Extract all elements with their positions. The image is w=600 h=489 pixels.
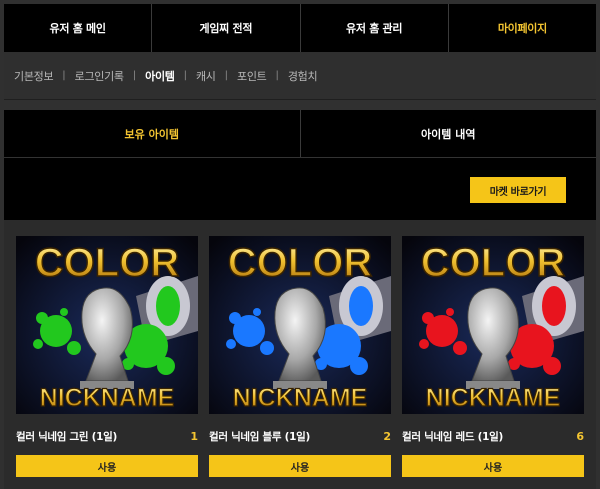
use-button[interactable]: 사용	[402, 455, 584, 477]
thumb-title: COLOR	[228, 241, 373, 285]
subnav-separator: |	[132, 70, 137, 81]
thumb-title: COLOR	[421, 241, 566, 285]
subnav-separator: |	[275, 70, 279, 81]
item-name: 컬러 닉네임 레드 (1일)	[402, 430, 503, 443]
use-button[interactable]: 사용	[16, 455, 198, 477]
subnav-separator: |	[183, 70, 187, 81]
tab-user-home-main[interactable]: 유저 홈 메인	[4, 4, 153, 52]
item-thumbnail: COLOR NICKNAME	[209, 236, 391, 414]
market-bar: 마켓 바로가기	[4, 158, 596, 220]
market-shortcut-button[interactable]: 마켓 바로가기	[470, 177, 566, 203]
thumb-subtitle: NICKNAME	[426, 384, 561, 412]
top-nav: 유저 홈 메인 게임찌 전적 유저 홈 관리 마이페이지	[4, 4, 596, 52]
item-thumbnail: COLOR NICKNAME	[402, 236, 584, 414]
item-info-row: 컬러 닉네임 블루 (1일) 2	[209, 426, 391, 446]
thumb-title: COLOR	[35, 241, 180, 285]
tab-game-record[interactable]: 게임찌 전적	[152, 4, 301, 52]
item-info-row: 컬러 닉네임 그린 (1일) 1	[16, 426, 198, 446]
subnav-cash[interactable]: 캐시	[196, 68, 216, 84]
tab-item-history[interactable]: 아이템 내역	[301, 110, 597, 157]
tab-owned-items[interactable]: 보유 아이템	[4, 110, 301, 157]
content-tabs: 보유 아이템 아이템 내역	[4, 110, 596, 158]
tab-mypage[interactable]: 마이페이지	[449, 4, 596, 52]
subnav-separator: |	[62, 70, 66, 81]
subnav-point[interactable]: 포인트	[237, 68, 267, 84]
item-name: 컬러 닉네임 블루 (1일)	[209, 430, 310, 443]
item-grid: COLOR NICKNAME 컬러 닉네임 그린 (1일) 1 사용 COLOR…	[4, 220, 596, 489]
item-count: 2	[383, 429, 391, 443]
page: 유저 홈 메인 게임찌 전적 유저 홈 관리 마이페이지 기본정보 | 로그인기…	[0, 0, 600, 489]
item-thumbnail: COLOR NICKNAME	[16, 236, 198, 414]
item-card: COLOR NICKNAME 컬러 닉네임 그린 (1일) 1 사용	[16, 236, 198, 477]
use-button[interactable]: 사용	[209, 455, 391, 477]
thumb-subtitle: NICKNAME	[233, 384, 368, 412]
item-count: 6	[576, 429, 584, 443]
item-name: 컬러 닉네임 그린 (1일)	[16, 430, 117, 443]
tab-user-home-manage[interactable]: 유저 홈 관리	[301, 4, 449, 52]
subnav-basic-info[interactable]: 기본정보	[14, 68, 54, 84]
item-card: COLOR NICKNAME 컬러 닉네임 블루 (1일) 2 사용	[209, 236, 391, 477]
thumb-subtitle: NICKNAME	[40, 384, 175, 412]
item-info-row: 컬러 닉네임 레드 (1일) 6	[402, 426, 584, 446]
item-card: COLOR NICKNAME 컬러 닉네임 레드 (1일) 6 사용	[402, 236, 584, 477]
item-count: 1	[190, 429, 198, 443]
subnav-experience[interactable]: 경험치	[288, 68, 318, 84]
subnav-separator: |	[224, 70, 228, 81]
sub-nav: 기본정보 | 로그인기록 | 아이템 | 캐시 | 포인트 | 경험치	[4, 52, 596, 100]
subnav-login-history[interactable]: 로그인기록	[75, 68, 124, 84]
subnav-item[interactable]: 아이템	[145, 68, 175, 84]
